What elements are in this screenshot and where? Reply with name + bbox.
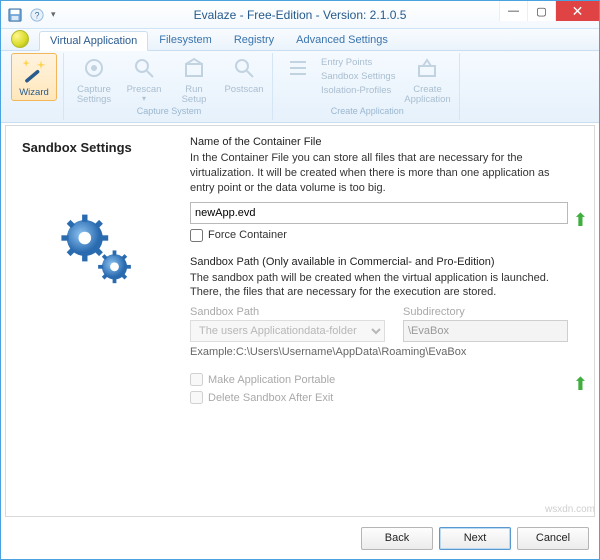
wizard-button[interactable]: Wizard — [11, 53, 57, 101]
page-heading: Sandbox Settings — [22, 140, 176, 155]
ribbon-group-wizard: Wizard — [5, 53, 64, 120]
back-button[interactable]: Back — [361, 527, 433, 550]
entry-points-label: Entry Points — [321, 56, 395, 70]
example-text: Example:C:\Users\Username\AppData\Roamin… — [190, 346, 568, 358]
watermark: wsxdn.com — [545, 504, 595, 515]
isolation-profiles-label: Isolation-Profiles — [321, 84, 395, 98]
box-icon — [179, 53, 209, 83]
search-icon — [129, 53, 159, 83]
help-icon[interactable]: ? — [29, 7, 45, 23]
make-portable-label: Make Application Portable — [208, 374, 335, 386]
group-label-create: Create Application — [331, 106, 404, 116]
sandbox-path-select: The users Applicationdata-folder — [190, 320, 385, 342]
sandbox-path-label: Sandbox Path — [190, 306, 385, 318]
app-ball-icon — [11, 30, 29, 48]
container-desc: In the Container File you can store all … — [190, 151, 568, 196]
force-container-checkbox[interactable] — [190, 229, 203, 242]
quick-access-toolbar: ? ▾ — [7, 7, 61, 23]
run-setup-label: Run Setup — [182, 85, 207, 105]
tab-advanced-settings[interactable]: Advanced Settings — [285, 30, 399, 50]
ribbon-group-create: Entry Points Sandbox Settings Isolation-… — [275, 53, 460, 120]
export-icon — [412, 53, 442, 83]
subdirectory-input — [403, 320, 568, 342]
qat-dropdown-icon[interactable]: ▾ — [51, 9, 61, 20]
force-container-row[interactable]: Force Container — [190, 229, 568, 242]
container-title: Name of the Container File — [190, 136, 568, 148]
container-file-input[interactable] — [190, 202, 568, 224]
capture-settings-label: Capture Settings — [77, 85, 111, 105]
window-controls: — ▢ ✕ — [499, 1, 599, 21]
delete-after-exit-row: Delete Sandbox After Exit — [190, 391, 568, 404]
right-column: Name of the Container File In the Contai… — [186, 126, 594, 516]
maximize-button[interactable]: ▢ — [527, 1, 555, 21]
group-label-wizard — [33, 106, 36, 116]
app-menu-button[interactable] — [1, 28, 39, 50]
close-button[interactable]: ✕ — [555, 1, 599, 21]
postscan-label: Postscan — [224, 85, 263, 95]
cancel-button[interactable]: Cancel — [517, 527, 589, 550]
ribbon-group-capture: Capture Settings Prescan ▾ Run Setup Pos… — [66, 53, 273, 120]
run-setup-button: Run Setup — [172, 53, 216, 105]
create-settings-button — [281, 53, 315, 85]
delete-after-exit-label: Delete Sandbox After Exit — [208, 392, 333, 404]
ribbon-tabs: Virtual Application Filesystem Registry … — [1, 29, 599, 51]
gears-icon — [56, 211, 146, 306]
wizard-label: Wizard — [19, 88, 49, 98]
make-portable-row: Make Application Portable — [190, 373, 568, 386]
content-panel: Sandbox Settings Name of the Container F… — [5, 125, 595, 517]
sandbox-path-row: Sandbox Path The users Applicationdata-f… — [190, 306, 568, 342]
arrow-up-icon[interactable]: ⬆ — [573, 210, 588, 231]
titlebar: ? ▾ Evalaze - Free-Edition - Version: 2.… — [1, 1, 599, 29]
search-icon — [229, 53, 259, 83]
sandbox-settings-label: Sandbox Settings — [321, 70, 395, 84]
create-application-label: Create Application — [404, 85, 450, 105]
ribbon: Wizard Capture Settings Prescan ▾ Run Se — [1, 51, 599, 123]
wand-icon — [19, 56, 49, 86]
gear-icon — [79, 53, 109, 83]
force-container-label: Force Container — [208, 229, 287, 241]
save-icon[interactable] — [7, 7, 23, 23]
app-window: ? ▾ Evalaze - Free-Edition - Version: 2.… — [0, 0, 600, 560]
make-portable-checkbox — [190, 373, 203, 386]
minimize-button[interactable]: — — [499, 1, 527, 21]
left-column: Sandbox Settings — [6, 126, 186, 516]
arrow-up-icon[interactable]: ⬆ — [573, 374, 588, 395]
tab-filesystem[interactable]: Filesystem — [148, 30, 223, 50]
svg-text:?: ? — [35, 10, 40, 20]
prescan-button: Prescan ▾ — [122, 53, 166, 103]
tab-virtual-application[interactable]: Virtual Application — [39, 31, 148, 51]
sandbox-title: Sandbox Path (Only available in Commerci… — [190, 256, 568, 268]
tab-registry[interactable]: Registry — [223, 30, 285, 50]
next-button[interactable]: Next — [439, 527, 511, 550]
footer-buttons: Back Next Cancel — [361, 521, 589, 555]
group-label-capture: Capture System — [137, 106, 202, 116]
list-icon — [283, 53, 313, 83]
delete-after-exit-checkbox — [190, 391, 203, 404]
subdirectory-label: Subdirectory — [403, 306, 568, 318]
postscan-button: Postscan — [222, 53, 266, 95]
sandbox-desc: The sandbox path will be created when th… — [190, 271, 568, 301]
capture-settings-button: Capture Settings — [72, 53, 116, 105]
create-application-button: Create Application — [401, 53, 453, 105]
